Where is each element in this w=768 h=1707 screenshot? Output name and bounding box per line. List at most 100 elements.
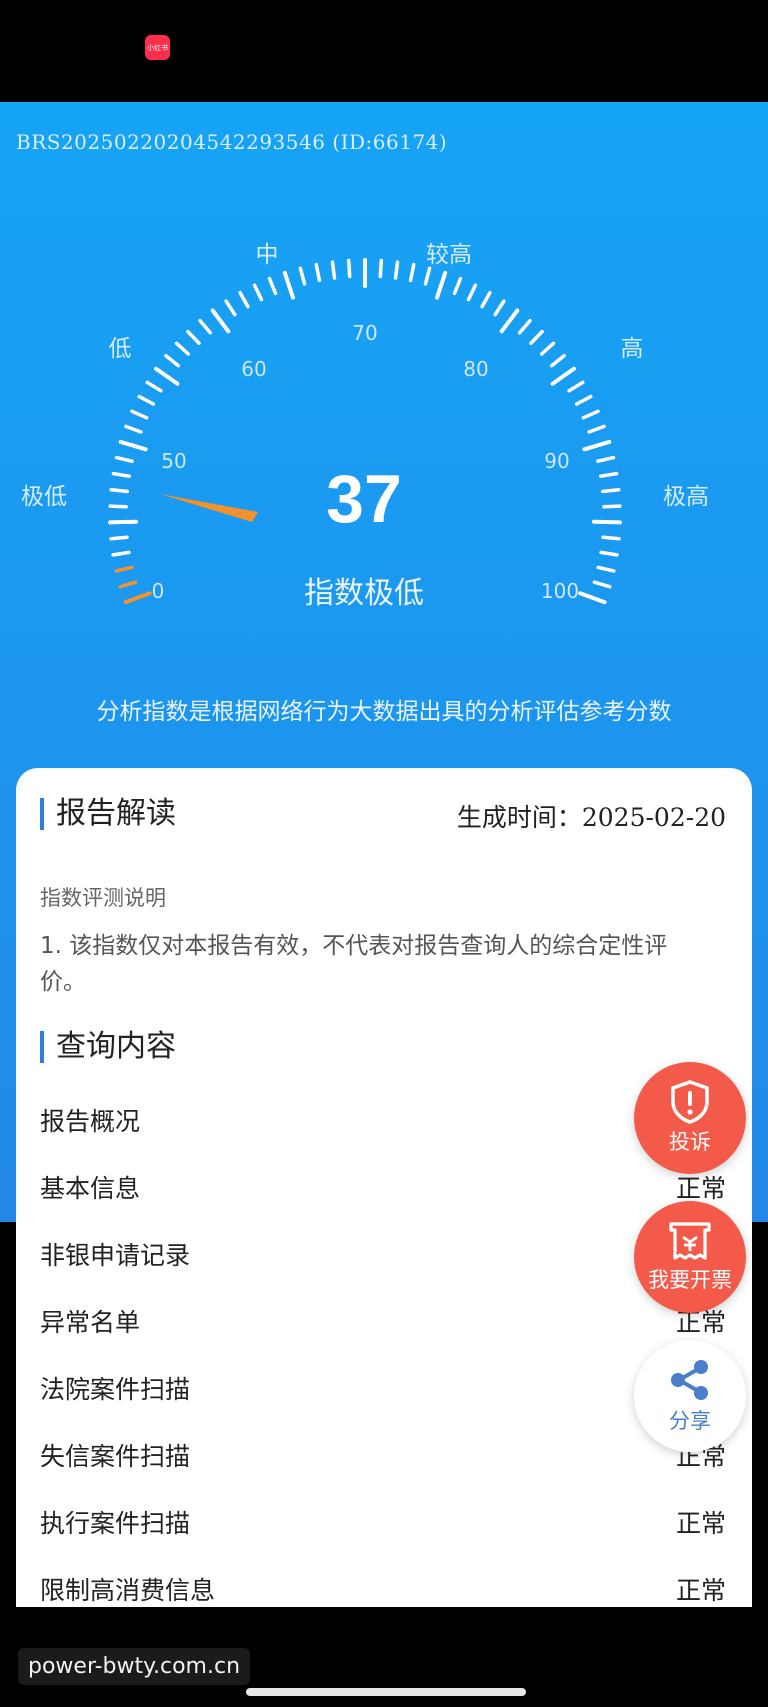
invoice-button[interactable]: 我要开票	[634, 1201, 746, 1313]
section-title-interpretation: 报告解读	[40, 798, 176, 830]
invoice-label: 我要开票	[648, 1268, 732, 1292]
gauge-tick	[174, 341, 191, 356]
score-gauge: 极低 低 中 较高 高 极高 0 50 60 70 80 90 100	[21, 242, 709, 605]
tick-label-90: 90	[544, 449, 569, 473]
gauge-tick	[591, 519, 622, 525]
gauge-tick	[145, 380, 163, 393]
tick-label-0: 0	[152, 579, 165, 603]
query-row-status: 正常	[675, 1576, 726, 1605]
gauge-tick-marks	[108, 258, 622, 605]
gauge-tick	[596, 565, 616, 573]
gauge-tick	[550, 366, 576, 386]
query-row[interactable]: 异常名单 正常	[40, 1303, 730, 1343]
tick-label-80: 80	[463, 357, 488, 381]
home-indicator[interactable]	[246, 1688, 526, 1696]
gauge-tick	[346, 258, 352, 279]
gauge-tick	[118, 439, 148, 452]
gauge-tick	[267, 276, 278, 296]
gauge-tick	[581, 409, 600, 420]
gauge-tick	[330, 260, 337, 280]
gauge-tick	[602, 504, 622, 509]
gauge-tick	[578, 591, 607, 605]
range-label-very-low: 极低	[21, 484, 67, 510]
shield-alert-icon	[671, 1080, 709, 1124]
range-label-medium: 中	[256, 242, 279, 268]
receipt-icon	[669, 1222, 711, 1260]
gauge-tick	[599, 550, 619, 557]
gauge-tick	[238, 290, 250, 309]
gauge-tick	[118, 580, 138, 589]
gauge-tick	[108, 504, 128, 509]
gauge-tick	[114, 565, 134, 573]
tick-label-70: 70	[352, 321, 377, 345]
score-level: 指数极低	[304, 576, 424, 611]
gauge-tick	[298, 266, 307, 286]
gauge-tick	[574, 394, 593, 406]
gauge-tick	[130, 409, 149, 420]
gauge-tick	[480, 290, 492, 309]
gauge-tick	[111, 550, 131, 557]
query-row[interactable]: 基本信息 正常	[40, 1169, 730, 1209]
gauge-tick	[596, 455, 616, 463]
gauge-tick	[499, 308, 520, 334]
complaint-label: 投诉	[669, 1130, 711, 1154]
gauge-tick	[109, 535, 129, 541]
query-row-name: 限制高消费信息	[40, 1576, 216, 1605]
gauge-tick	[493, 299, 506, 317]
gauge-tick	[314, 262, 322, 283]
gauge-tick	[435, 270, 448, 300]
gauge-needle	[160, 494, 258, 522]
gauge-tick	[466, 283, 478, 302]
share-button[interactable]: 分享	[634, 1340, 746, 1452]
query-row-name: 非银申请记录	[40, 1241, 191, 1270]
query-row[interactable]: 限制高消费信息 正常	[40, 1571, 730, 1611]
range-label-higher: 较高	[426, 242, 472, 268]
gauge-tick	[549, 353, 566, 368]
gauge-tick	[224, 299, 237, 317]
gauge-tick	[210, 308, 231, 334]
tick-label-100: 100	[541, 579, 579, 603]
query-row[interactable]: 非银申请记录	[40, 1236, 730, 1276]
gauge-tick	[123, 591, 152, 605]
gauge-tick	[124, 424, 143, 434]
query-row-name: 基本信息	[40, 1174, 141, 1203]
intro-text: 1. 该指数仅对本报告有效，不代表对报告查询人的综合定性评价。	[40, 933, 668, 995]
gauge-tick	[111, 471, 131, 478]
query-row-status: 正常	[675, 1509, 726, 1538]
gauge-tick	[282, 270, 295, 300]
query-row-name: 报告概况	[40, 1107, 141, 1136]
share-icon	[671, 1360, 708, 1400]
query-row[interactable]: 报告概况	[40, 1102, 730, 1142]
gauge-tick	[601, 535, 621, 541]
gauge-tick	[186, 329, 201, 345]
range-label-very-high: 极高	[663, 484, 709, 510]
gauge-tick	[154, 366, 180, 386]
score-value: 37	[326, 461, 402, 537]
share-label: 分享	[669, 1409, 711, 1433]
tick-label-60: 60	[241, 357, 266, 381]
gauge-tick	[539, 341, 556, 356]
query-row[interactable]: 执行案件扫描 正常	[40, 1504, 730, 1544]
gauge-tick	[423, 266, 432, 286]
query-row-name: 法院案件扫描	[40, 1375, 191, 1404]
range-label-high: 高	[621, 336, 644, 362]
section-title-query: 查询内容	[40, 1031, 176, 1063]
score-description: 分析指数是根据网络行为大数据出具的分析评估参考分数	[96, 699, 672, 725]
tick-label-50: 50	[161, 449, 186, 473]
query-row-name: 异常名单	[40, 1308, 141, 1337]
complaint-button[interactable]: 投诉	[634, 1062, 746, 1174]
query-row-status: 正常	[675, 1174, 726, 1203]
gauge-tick	[587, 424, 606, 434]
intro-title: 指数评测说明	[40, 886, 166, 910]
gauge-tick	[137, 394, 156, 406]
query-row[interactable]: 失信案件扫描 正常	[40, 1437, 730, 1477]
gauge-tick	[109, 488, 129, 494]
gauge-tick	[567, 380, 585, 393]
gauge-tick	[252, 283, 264, 302]
gauge-tick	[378, 258, 384, 279]
gauge-tick	[452, 276, 463, 296]
gauge-tick	[164, 353, 181, 368]
gauge-tick	[198, 318, 213, 335]
gauge-tick	[517, 318, 532, 335]
query-row[interactable]: 法院案件扫描	[40, 1370, 730, 1410]
